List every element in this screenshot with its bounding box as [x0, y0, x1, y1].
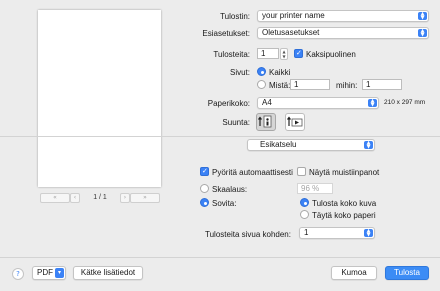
print-label: Tulosta — [394, 268, 420, 277]
printer-value: your printer name — [262, 11, 325, 20]
section-divider — [0, 136, 440, 137]
pdf-menu-button[interactable]: PDF ▾ — [32, 266, 66, 280]
paper-size-dimensions: 210 x 297 mm — [384, 99, 426, 106]
pages-to-field[interactable]: 1 — [362, 79, 402, 90]
chevron-updown-icon: ▲ ▼ — [418, 12, 427, 21]
hide-details-label: Kätke lisätiedot — [80, 268, 136, 277]
copies-stepper[interactable]: ▲ ▼ — [280, 48, 288, 60]
fill-entire-paper-label: Täytä koko paperi — [312, 211, 376, 220]
help-icon: ? — [16, 270, 20, 278]
chevron-updown-icon: ▲ ▼ — [364, 141, 373, 150]
orientation-label: Suunta: — [222, 118, 250, 127]
presets-label: Esiasetukset: — [202, 29, 250, 38]
auto-rotate-checkbox[interactable] — [200, 167, 209, 176]
chevron-down-icon: ▾ — [55, 268, 64, 278]
fit-radio[interactable] — [200, 198, 209, 207]
chevron-updown-icon: ▲ ▼ — [368, 99, 377, 108]
show-notes-checkbox[interactable] — [297, 167, 306, 176]
print-entire-image-label: Tulosta koko kuva — [312, 199, 377, 208]
two-sided-checkbox[interactable] — [294, 49, 303, 58]
paper-size-label: Paperikoko: — [207, 99, 250, 108]
hide-details-button[interactable]: Kätke lisätiedot — [73, 266, 143, 280]
footer-divider — [0, 257, 440, 258]
pdf-label: PDF — [37, 268, 53, 277]
presets-value: Oletusasetukset — [262, 28, 320, 37]
first-page-icon: « — [53, 194, 57, 201]
two-sided-label: Kaksipuolinen — [306, 50, 356, 59]
first-page-button[interactable]: « — [40, 193, 70, 203]
paper-size-value: A4 — [262, 98, 272, 107]
print-button[interactable]: Tulosta — [385, 266, 429, 280]
help-button[interactable]: ? — [12, 268, 24, 280]
section-value: Esikatselu — [260, 140, 297, 149]
pages-label: Sivut: — [229, 68, 250, 77]
chevron-updown-icon: ▲ ▼ — [418, 29, 427, 38]
copies-per-page-value: 1 — [304, 228, 309, 237]
copies-per-page-label: Tulosteita sivua kohden: — [205, 230, 291, 239]
pages-all-radio[interactable] — [257, 67, 266, 76]
printer-label: Tulostin: — [220, 12, 250, 21]
portrait-orientation-button[interactable] — [256, 113, 276, 131]
auto-rotate-label: Pyöritä automaattisesti — [212, 168, 293, 177]
section-select[interactable]: Esikatselu ▲ ▼ — [247, 139, 375, 151]
pages-all-label: Kaikki — [269, 68, 291, 77]
show-notes-label: Näytä muistiinpanot — [309, 168, 380, 177]
scale-radio[interactable] — [200, 184, 209, 193]
pages-to-label: mihin: — [336, 81, 358, 90]
print-preview-page — [38, 10, 161, 187]
previous-page-icon: ‹ — [73, 194, 77, 201]
paper-size-select[interactable]: A4 ▲ ▼ — [257, 97, 379, 109]
fill-entire-paper-radio[interactable] — [300, 210, 309, 219]
pages-from-label: Mistä: — [269, 81, 291, 90]
next-page-icon: › — [123, 194, 127, 201]
pages-from-field[interactable]: 1 — [290, 79, 330, 90]
last-page-icon: » — [143, 194, 147, 201]
scale-label: Skaalaus: — [212, 185, 248, 194]
cancel-button[interactable]: Kumoa — [331, 266, 377, 280]
next-page-button[interactable]: › — [120, 193, 130, 203]
presets-select[interactable]: Oletusasetukset ▲ ▼ — [257, 27, 429, 39]
scale-field[interactable]: 96 % — [297, 183, 333, 194]
printer-select[interactable]: your printer name ▲ ▼ — [257, 10, 429, 22]
pages-range-radio[interactable] — [257, 80, 266, 89]
copies-field[interactable]: 1 — [257, 48, 279, 59]
portrait-orientation-icon — [258, 115, 272, 128]
fit-label: Sovita: — [212, 199, 237, 208]
landscape-orientation-icon — [287, 116, 303, 127]
print-entire-image-radio[interactable] — [300, 198, 309, 207]
copies-label: Tulosteita: — [213, 50, 250, 59]
landscape-orientation-button[interactable] — [285, 113, 305, 131]
previous-page-button[interactable]: ‹ — [70, 193, 80, 203]
page-indicator: 1 / 1 — [93, 194, 107, 201]
cancel-label: Kumoa — [341, 268, 367, 277]
chevron-updown-icon: ▲ ▼ — [364, 229, 373, 238]
last-page-button[interactable]: » — [130, 193, 160, 203]
copies-per-page-select[interactable]: 1 ▲ ▼ — [299, 227, 375, 239]
